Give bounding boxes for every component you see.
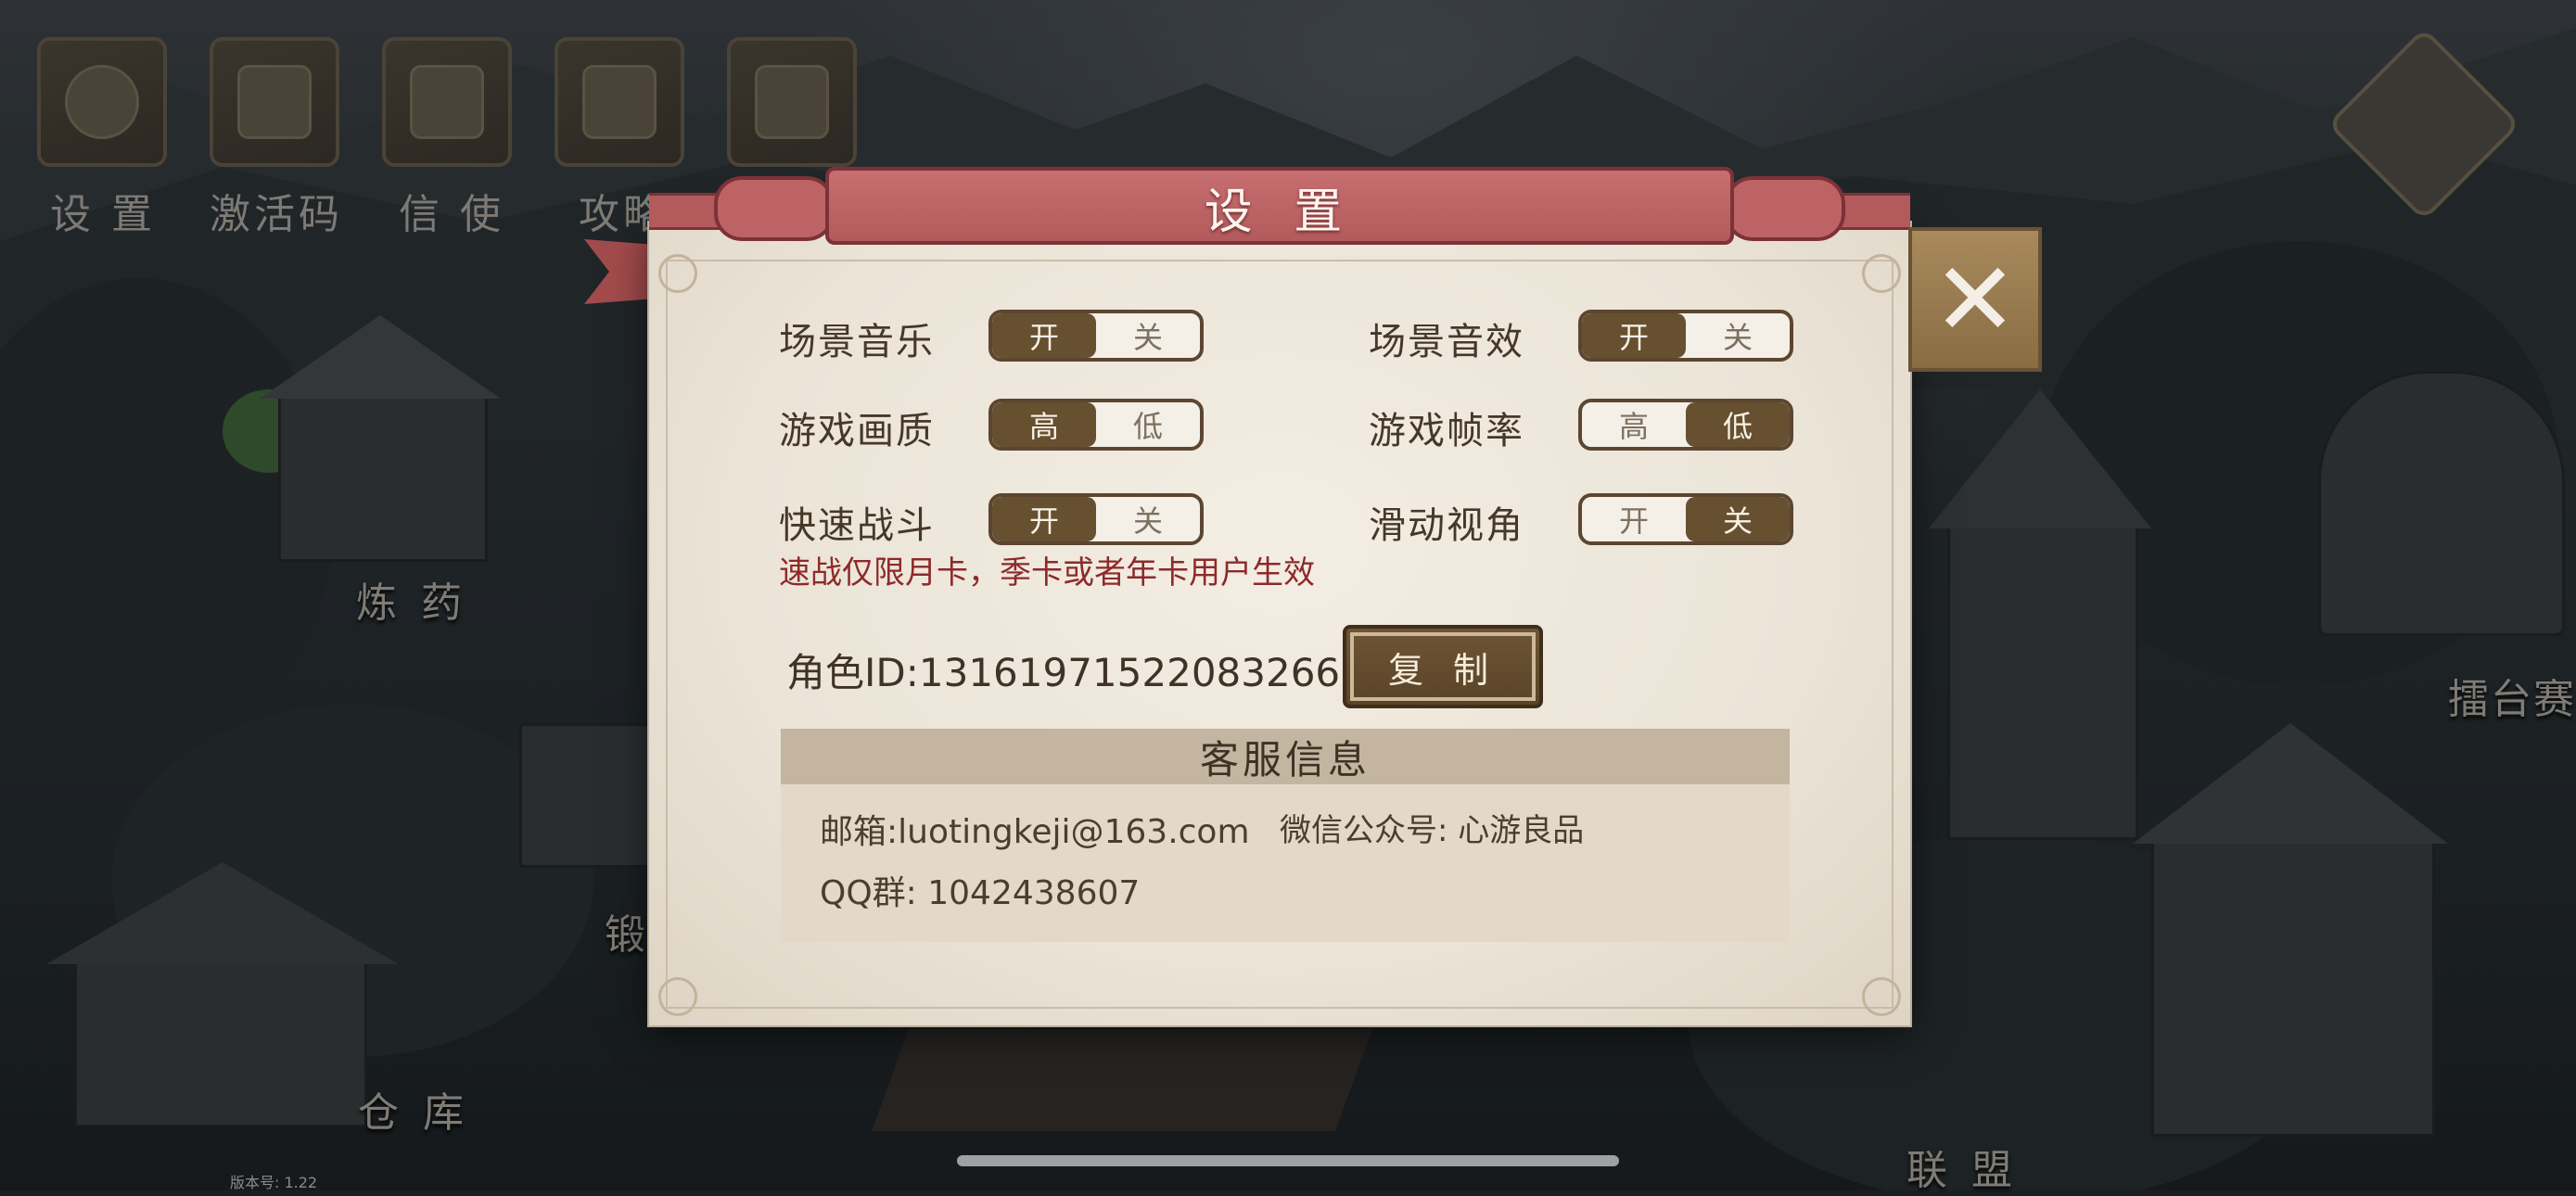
setting-label-scene-music: 场景音乐: [779, 321, 935, 363]
setting-label-swipe-view: 滑动视角: [1369, 504, 1524, 547]
map-label-alchemy[interactable]: 炼 药: [356, 569, 467, 629]
settings-menu-button[interactable]: [37, 37, 167, 167]
toggle-option-on[interactable]: 开: [992, 497, 1096, 541]
alliance-building[interactable]: [2151, 834, 2435, 1137]
gear-icon: [65, 65, 139, 139]
castle-tower: [1947, 519, 2138, 840]
copy-id-button[interactable]: 复 制: [1343, 625, 1543, 708]
dialog-title: 设 置: [1204, 184, 1356, 240]
map-label-forge[interactable]: 锻: [605, 901, 651, 961]
setting-label-frame-rate: 游戏帧率: [1369, 410, 1524, 452]
quick-battle-note: 速战仅限月卡，季卡或者年卡用户生效: [779, 554, 1315, 592]
messenger-menu-button[interactable]: [382, 37, 512, 167]
activation-code-menu-button[interactable]: [210, 37, 339, 167]
quick-battle-toggle[interactable]: 开 关: [988, 493, 1204, 545]
toggle-option-off[interactable]: 关: [1096, 313, 1200, 358]
version-number: 版本号: 1.22: [230, 1174, 318, 1191]
letter-icon: [410, 65, 484, 139]
toggle-option-off[interactable]: 关: [1686, 313, 1790, 358]
scroll-icon: [237, 65, 312, 139]
customer-service-wechat: 微信公众号: 心游良品: [1280, 812, 1585, 849]
toggle-option-on[interactable]: 开: [992, 313, 1096, 358]
frame-rate-toggle[interactable]: 高 低: [1578, 399, 1793, 451]
scene-sfx-toggle[interactable]: 开 关: [1578, 310, 1793, 362]
toggle-option-low[interactable]: 低: [1096, 402, 1200, 447]
map-label-alliance[interactable]: 联 盟: [1906, 1137, 2018, 1196]
graphics-quality-toggle[interactable]: 高 低: [988, 399, 1204, 451]
toggle-option-high[interactable]: 高: [1582, 402, 1686, 447]
toggle-option-off[interactable]: 关: [1686, 497, 1790, 541]
setting-label-graphics-quality: 游戏画质: [779, 410, 935, 452]
book-menu-button[interactable]: [727, 37, 857, 167]
toggle-option-on[interactable]: 开: [1582, 313, 1686, 358]
home-indicator[interactable]: [957, 1155, 1619, 1166]
customer-service-email: 邮箱:luotingkeji@163.com: [820, 813, 1250, 851]
setting-label-quick-battle: 快速战斗: [779, 504, 935, 547]
arena-building[interactable]: [2318, 371, 2565, 636]
close-icon: ✕: [1932, 240, 2019, 359]
toggle-option-off[interactable]: 关: [1096, 497, 1200, 541]
customer-service-title: 客服信息: [781, 729, 1790, 784]
map-label-warehouse[interactable]: 仓 库: [358, 1079, 469, 1139]
menu-label-messenger: 信 使: [399, 191, 504, 238]
guide-menu-button[interactable]: [555, 37, 684, 167]
warehouse-building[interactable]: [74, 955, 367, 1127]
role-id: 角色ID:1316197152208326656: [786, 650, 1390, 695]
book-icon: [755, 65, 829, 139]
swipe-view-toggle[interactable]: 开 关: [1578, 493, 1793, 545]
menu-label-activation-code: 激活码: [210, 191, 343, 238]
toggle-option-high[interactable]: 高: [992, 402, 1096, 447]
guide-book-icon: [582, 65, 657, 139]
map-label-arena[interactable]: 擂台赛: [2448, 666, 2576, 725]
alchemy-building[interactable]: [278, 389, 488, 562]
close-button[interactable]: ✕: [1908, 227, 2042, 372]
customer-service-qq: QQ群: 1042438607: [820, 874, 1141, 912]
menu-label-settings: 设 置: [50, 191, 156, 238]
toggle-option-on[interactable]: 开: [1582, 497, 1686, 541]
setting-label-scene-sfx: 场景音效: [1369, 321, 1524, 363]
toggle-option-low[interactable]: 低: [1686, 402, 1790, 447]
scene-music-toggle[interactable]: 开 关: [988, 310, 1204, 362]
